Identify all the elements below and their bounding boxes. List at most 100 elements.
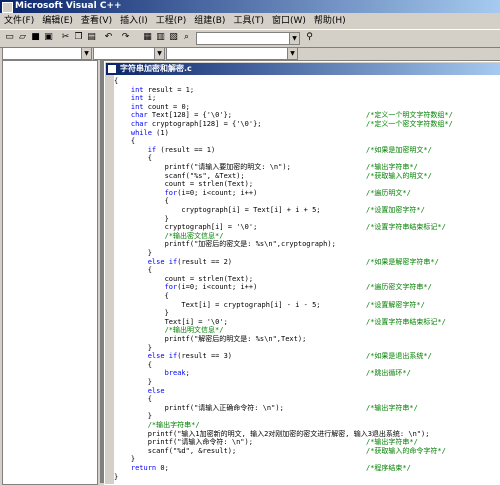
open-icon[interactable]: ▱ [17, 32, 28, 43]
chevron-down-icon[interactable]: ▼ [81, 48, 91, 59]
code-line[interactable]: { [114, 154, 152, 163]
code-line[interactable]: printf("请输入命令符: \n"); [114, 438, 253, 447]
code-comment[interactable]: /*设置解密字符*/ [366, 301, 425, 310]
menu-file[interactable]: 文件(F) [0, 14, 38, 28]
code-line[interactable]: for(i=0; i<count; i++) [114, 283, 258, 292]
app-icon[interactable] [2, 2, 13, 13]
code-comment[interactable]: /*设置字符串结束标记*/ [366, 318, 446, 327]
menu-window[interactable]: 窗口(W) [268, 14, 310, 28]
code-comment[interactable]: /*跳出循环*/ [366, 369, 411, 378]
code-line[interactable]: Text[i] = cryptograph[i] - i - 5; [114, 301, 320, 310]
code-line[interactable]: int result = 1; [114, 86, 194, 95]
code-line[interactable]: printf("解密后的明文是: %s\n",Text); [114, 335, 307, 344]
code-comment[interactable]: /*程序结束*/ [366, 464, 411, 473]
code-line[interactable]: } [114, 309, 169, 318]
chevron-down-icon[interactable]: ▼ [287, 48, 297, 59]
code-line[interactable]: } [114, 412, 152, 421]
code-line[interactable]: printf("请输入正确命令符: \n"); [114, 404, 284, 413]
code-line[interactable]: char Text[128] = {'\0'}; [114, 111, 232, 120]
code-comment[interactable]: /*定义一个明文字符数组*/ [366, 111, 453, 120]
cut-icon[interactable]: ✂ [60, 32, 71, 43]
menu-help[interactable]: 帮助(H) [310, 14, 350, 28]
code-line[interactable]: else [114, 387, 165, 396]
members-combo[interactable]: ▼ [166, 47, 298, 60]
code-line[interactable]: while (1) [114, 129, 169, 138]
code-line[interactable]: break; [114, 369, 190, 378]
code-line[interactable]: } [114, 378, 152, 387]
code-comment[interactable]: /*遍历明文*/ [366, 189, 411, 198]
menu-tools[interactable]: 工具(T) [229, 14, 268, 28]
code-line[interactable]: } [114, 455, 135, 464]
menu-view[interactable]: 查看(V) [77, 14, 116, 28]
code-line[interactable]: } [114, 215, 169, 224]
code-line[interactable]: cryptograph[i] = Text[i] + i + 5; [114, 206, 320, 215]
code-line[interactable]: { [114, 197, 169, 206]
code-comment[interactable]: /*获取输入的明文*/ [366, 172, 432, 181]
code-comment[interactable]: /*输出字符串*/ [366, 438, 418, 447]
workspace-panel[interactable] [2, 60, 98, 485]
code-line[interactable]: if (result == 1) [114, 146, 215, 155]
code-line[interactable]: /*输出明文信息*/ [114, 326, 224, 335]
code-line[interactable]: count = strlen(Text); [114, 275, 254, 284]
code-line[interactable]: { [114, 292, 169, 301]
code-comment[interactable]: /*获取输入的命令字符*/ [366, 447, 446, 456]
code-line[interactable]: cryptograph[i] = '\0'; [114, 223, 258, 232]
code-line[interactable]: for(i=0; i<count; i++) [114, 189, 258, 198]
code-line[interactable]: else if(result == 2) [114, 258, 232, 267]
class-combo[interactable]: ▼ [2, 47, 92, 60]
code-line[interactable]: count = strlen(Text); [114, 180, 254, 189]
menu-project[interactable]: 工程(P) [152, 14, 190, 28]
code-comment[interactable]: /*遍历密文字符串*/ [366, 283, 432, 292]
find-in-files-icon[interactable]: ⌕ [181, 32, 192, 43]
chevron-down-icon[interactable]: ▼ [154, 48, 164, 59]
menu-build[interactable]: 组建(B) [190, 14, 229, 28]
code-line[interactable]: } [114, 249, 152, 258]
code-line[interactable]: return 0; [114, 464, 169, 473]
code-line[interactable]: } [114, 344, 152, 353]
paste-icon[interactable]: ▤ [86, 32, 97, 43]
workspace-icon[interactable]: ▦ [142, 32, 153, 43]
code-line[interactable]: { [114, 77, 118, 86]
copy-icon[interactable]: ❐ [73, 32, 84, 43]
code-line[interactable]: { [114, 361, 152, 370]
code-comment[interactable]: /*设置字符串结束标记*/ [366, 223, 446, 232]
menu-insert[interactable]: 插入(I) [116, 14, 152, 28]
code-line[interactable]: else if(result == 3) [114, 352, 232, 361]
code-line[interactable]: int i; [114, 94, 156, 103]
code-line[interactable]: scanf("%d", &result); [114, 447, 237, 456]
code-line[interactable]: printf("输入1加密新的明文, 输入2对刚加密的密文进行解密, 输入3退出… [114, 430, 430, 439]
chevron-down-icon[interactable]: ▼ [289, 33, 299, 44]
find-combo[interactable]: ▼ [196, 32, 300, 45]
code-line[interactable]: /*输出字符串*/ [114, 421, 200, 430]
redo-icon[interactable]: ↷ [120, 32, 131, 43]
code-line[interactable]: scanf("%s", &Text); [114, 172, 245, 181]
code-comment[interactable]: /*定义一个密文字符数组*/ [366, 120, 453, 129]
wizard-bar: ▼ ▼ ▼ [0, 47, 500, 60]
code-line[interactable]: { [114, 395, 152, 404]
save-icon[interactable]: ■ [30, 32, 41, 43]
code-line[interactable]: printf("加密后的密文是: %s\n",cryptograph); [114, 240, 336, 249]
code-comment[interactable]: /*如果是解密字符串*/ [366, 258, 439, 267]
search-icon[interactable]: ⚲ [304, 32, 315, 43]
code-comment[interactable]: /*设置加密字符*/ [366, 206, 425, 215]
code-comment[interactable]: /*如果是加密明文*/ [366, 146, 432, 155]
save-all-icon[interactable]: ▣ [43, 32, 54, 43]
code-comment[interactable]: /*如果是退出系统*/ [366, 352, 432, 361]
code-line[interactable]: } [114, 473, 118, 482]
code-line[interactable]: { [114, 266, 152, 275]
undo-icon[interactable]: ↶ [103, 32, 114, 43]
code-area[interactable]: { int result = 1; int i; int count = 0; … [114, 75, 500, 484]
filter-combo[interactable]: ▼ [93, 47, 165, 60]
code-line[interactable]: { [114, 137, 135, 146]
new-file-icon[interactable]: ▭ [4, 32, 15, 43]
output-icon[interactable]: ▥ [155, 32, 166, 43]
menu-edit[interactable]: 编辑(E) [38, 14, 77, 28]
code-line[interactable]: int count = 0; [114, 103, 190, 112]
code-comment[interactable]: /*输出字符串*/ [366, 404, 418, 413]
window-list-icon[interactable]: ▧ [168, 32, 179, 43]
code-editor[interactable]: { int result = 1; int i; int count = 0; … [114, 75, 500, 484]
code-line[interactable]: char cryptograph[128] = {'\0'}; [114, 120, 262, 129]
code-line[interactable]: printf("请输入要加密的明文: \n"); [114, 163, 291, 172]
document-title-bar[interactable]: 字符串加密和解密.c [106, 63, 500, 75]
code-comment[interactable]: /*输出字符串*/ [366, 163, 418, 172]
